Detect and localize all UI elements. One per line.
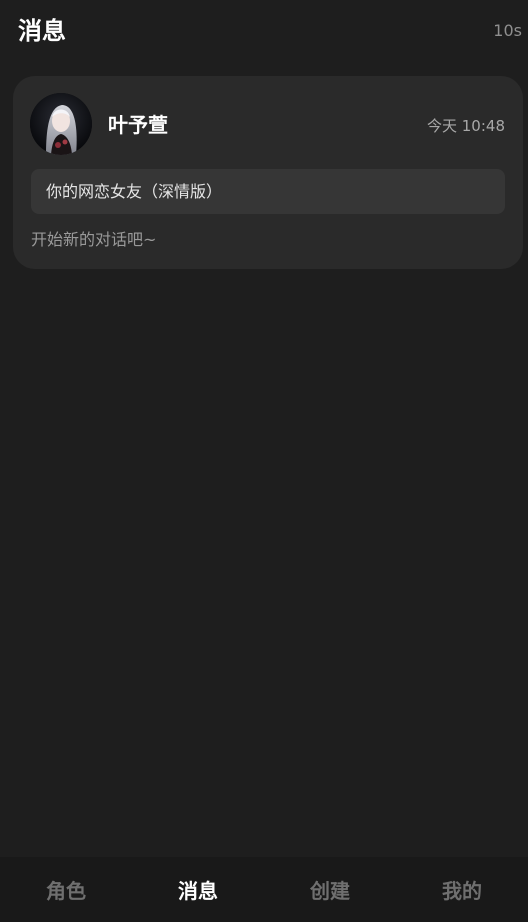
conversation-card[interactable]: 叶予萱 今天 10:48 你的网恋女友（深情版） 开始新的对话吧~ [13,76,523,269]
timer-label: 10s [493,21,522,40]
bottom-tab-bar: 角色 消息 创建 我的 [0,857,528,922]
tab-create[interactable]: 创建 [264,857,396,922]
character-tag: 你的网恋女友（深情版） [31,169,505,214]
tab-profile[interactable]: 我的 [396,857,528,922]
header: 消息 10s [0,0,528,64]
avatar[interactable] [30,93,92,155]
tab-messages[interactable]: 消息 [132,857,264,922]
tab-characters[interactable]: 角色 [0,857,132,922]
message-preview: 开始新的对话吧~ [31,230,157,249]
messages-screen: 消息 10s 叶予萱 今天 10:48 你的网恋女友（深情版） 开始新的对话吧~… [0,0,528,922]
contact-name: 叶予萱 [108,113,168,137]
message-time: 今天 10:48 [427,117,505,135]
character-portrait-avatar-icon [30,93,92,155]
page-title: 消息 [18,17,66,45]
